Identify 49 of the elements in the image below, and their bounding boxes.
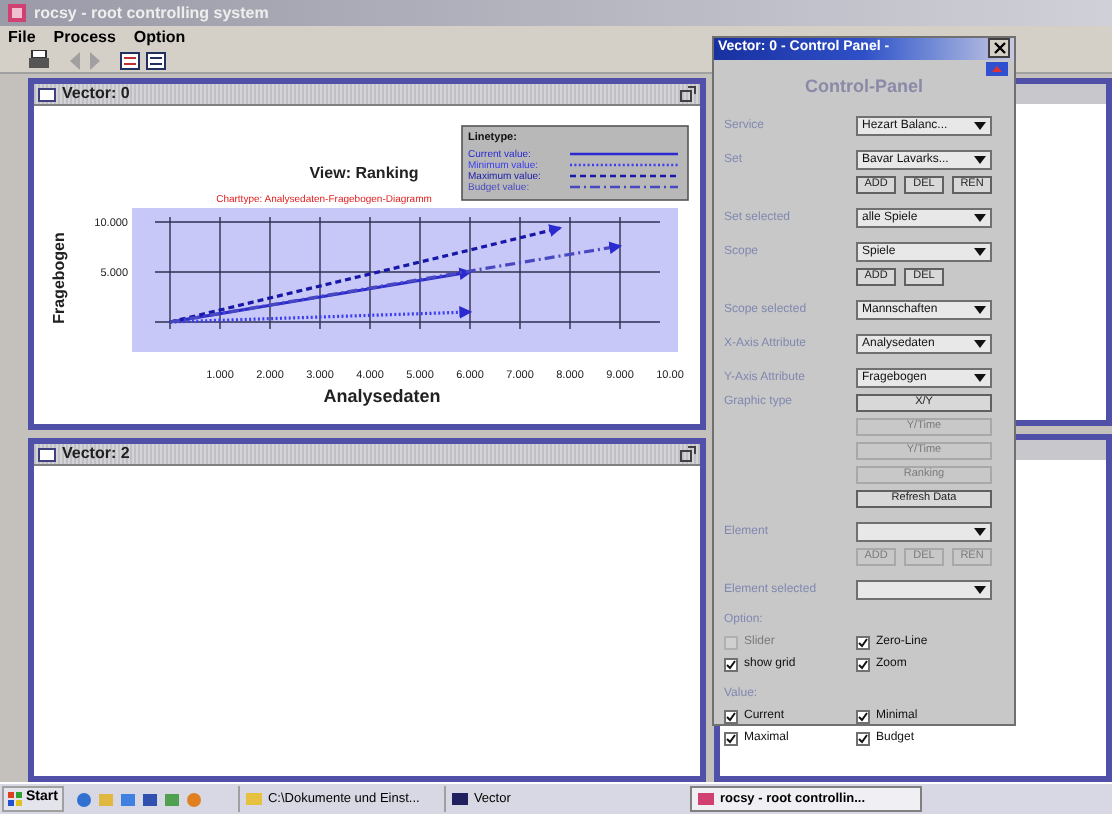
frame-title: Vector: 0: [62, 82, 130, 106]
caret-icon: [974, 340, 986, 348]
check-icon: [858, 637, 868, 647]
frame-title: Vector: 2: [62, 442, 130, 466]
tile-horizontal-icon[interactable]: [120, 51, 140, 69]
tile-vertical-icon[interactable]: [146, 51, 166, 69]
caret-icon: [974, 248, 986, 256]
frame-icon: [38, 447, 56, 461]
chart-title: View: Ranking: [309, 164, 419, 182]
folder-icon: [245, 792, 262, 806]
check-icon: [726, 733, 736, 743]
menu-item[interactable]: Option: [133, 25, 186, 49]
dropdown[interactable]: [856, 522, 992, 542]
app-icon: [697, 792, 714, 806]
caret-icon: [974, 586, 986, 594]
menu-item[interactable]: Process: [53, 25, 116, 49]
collapse-button[interactable]: [986, 61, 1008, 75]
app-icon: [8, 4, 26, 22]
maximize-icon[interactable]: [680, 86, 696, 102]
reference-line: [169, 216, 171, 330]
dropdown[interactable]: [856, 580, 992, 600]
check-icon: [726, 711, 736, 721]
windows-logo-icon: [8, 792, 22, 806]
legend-line-sample: [570, 185, 678, 189]
close-button[interactable]: [988, 38, 1010, 59]
caret-icon: [974, 156, 986, 164]
caret-icon: [974, 528, 986, 536]
caret-icon: [974, 214, 986, 222]
check-icon: [858, 711, 868, 721]
legend-line-sample: [570, 174, 678, 178]
legend-line-sample: [570, 163, 678, 167]
maximize-icon[interactable]: [680, 446, 696, 462]
axis-title: Analysedaten: [323, 386, 441, 406]
up-arrow-icon: [992, 65, 1002, 71]
print-icon[interactable]: [28, 50, 50, 70]
legend-line-sample: [570, 152, 678, 156]
caret-icon: [974, 122, 986, 130]
close-icon: [993, 42, 1005, 55]
frame-icon: [38, 87, 56, 101]
check-icon: [858, 659, 868, 669]
caret-icon: [974, 374, 986, 382]
menu-item[interactable]: File: [8, 25, 36, 49]
panel-heading: Control-Panel: [802, 75, 925, 95]
axis-title: Fragebogen: [50, 232, 68, 324]
console-icon: [451, 792, 468, 806]
window-title: rocsy - root controlling system: [34, 1, 269, 25]
caret-icon: [974, 306, 986, 314]
check-icon: [858, 733, 868, 743]
check-icon: [726, 659, 736, 669]
